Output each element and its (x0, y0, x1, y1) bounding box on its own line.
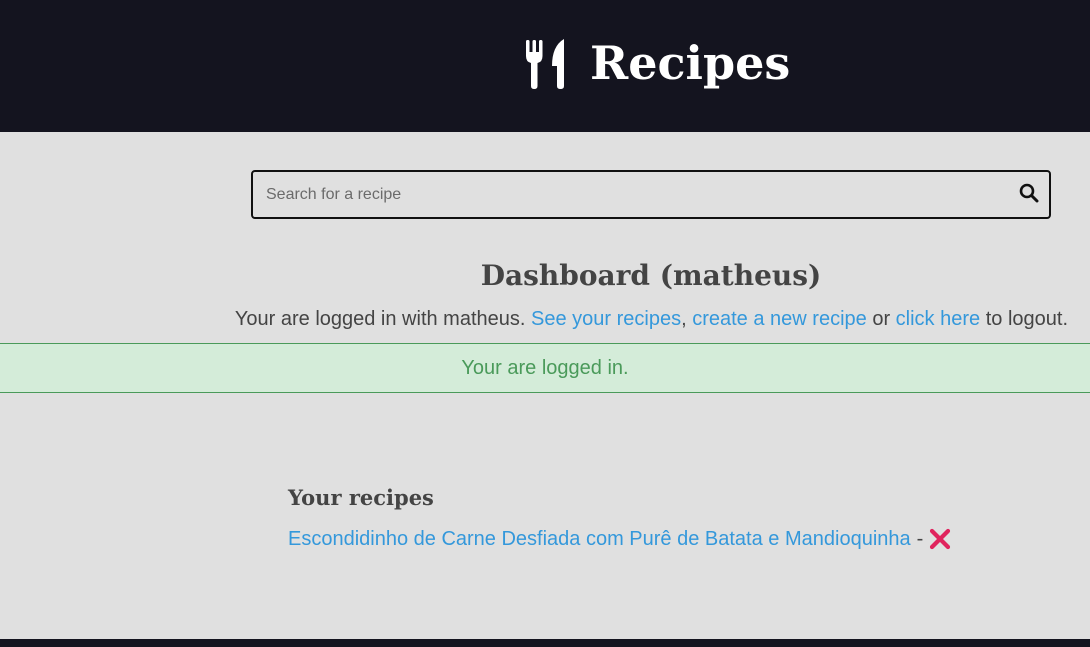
site-header: Recipes (0, 0, 1090, 132)
login-intro-text: Your are logged in with matheus. (234, 308, 532, 330)
home-logo-link[interactable]: Recipes (524, 34, 790, 92)
list-item: Escondidinho de Carne Desfiada com Purê … (288, 526, 951, 552)
logout-suffix-text: to logout. (980, 308, 1068, 330)
cross-mark-icon (929, 528, 951, 555)
site-title: Recipes (590, 36, 791, 90)
comma-text: , (681, 308, 693, 330)
your-recipes-heading: Your recipes (288, 485, 434, 510)
search-button[interactable] (1017, 182, 1041, 206)
create-new-recipe-link[interactable]: create a new recipe (692, 308, 867, 330)
logout-link[interactable]: click here (896, 308, 980, 330)
dashboard-title: Dashboard (matheus) (480, 259, 822, 292)
recipe-separator: - (916, 528, 924, 550)
login-status-line: Your are logged in with matheus. See you… (0, 306, 1068, 332)
or-text: or (866, 308, 896, 330)
site-footer (0, 639, 1090, 647)
success-alert: Your are logged in. (0, 343, 1090, 393)
recipe-link[interactable]: Escondidinho de Carne Desfiada com Purê … (288, 526, 911, 552)
see-your-recipes-link[interactable]: See your recipes (531, 308, 681, 330)
search-icon (1019, 183, 1039, 206)
search-input[interactable] (253, 172, 993, 217)
delete-recipe-button[interactable] (929, 528, 951, 550)
search-bar (251, 170, 1051, 219)
utensils-icon (524, 36, 568, 90)
